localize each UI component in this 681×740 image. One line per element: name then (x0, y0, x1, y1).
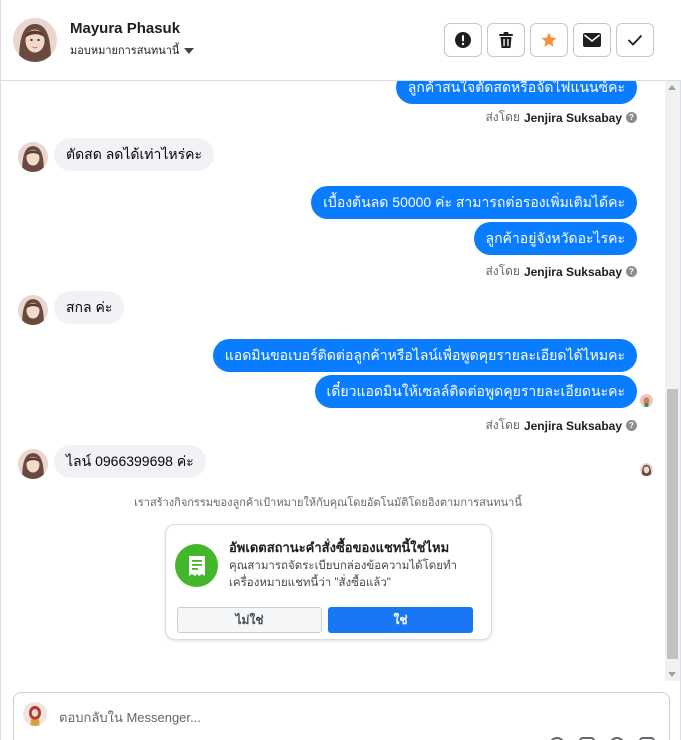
outgoing-message[interactable]: แอดมินขอเบอร์ติดต่อลูกค้าหรือไลน์เพื่อพู… (212, 339, 637, 372)
sent-by-label: ส่งโดย Jenjira Suksabay ? (485, 262, 637, 281)
chat-header: Mayura Phasuk มอบหมายการสนทนานี้ (1, 0, 681, 81)
card-description: คุณสามารถจัดระเบียบกล่องข้อความได้โดยทำเ… (229, 560, 458, 589)
assign-conversation-dropdown[interactable]: มอบหมายการสนทนานี้ (70, 41, 195, 59)
page-avatar (23, 702, 47, 726)
scroll-thumb[interactable] (667, 389, 678, 659)
alert-icon (455, 32, 471, 48)
agent-name: Jenjira Suksabay (523, 264, 622, 279)
trash-icon (499, 32, 513, 48)
contact-avatar-small (18, 142, 48, 172)
scroll-down-arrow[interactable] (668, 672, 676, 677)
contact-avatar-small (18, 449, 48, 479)
contact-avatar-small (18, 295, 48, 325)
outgoing-message[interactable]: เบื้องต้นลด 50000 ค่ะ สามารถต่อรองเพิ่มเ… (311, 186, 637, 219)
read-receipt-avatar (640, 463, 653, 476)
star-icon (541, 32, 557, 47)
star-button[interactable] (530, 23, 568, 57)
info-icon[interactable]: ? (626, 266, 637, 277)
outgoing-message[interactable]: เดี๋ยวแอดมินให้เซลล์ติดต่อพูดคุยรายละเอี… (314, 375, 637, 408)
order-receipt-icon (175, 544, 218, 587)
message-thread[interactable]: ลูกค้าสนใจตัดสดหรือจัดไฟแนนซ์คะ ส่งโดย J… (1, 81, 665, 681)
incoming-message[interactable]: ไลน์ 0966399698 ค่ะ (54, 445, 206, 478)
delete-button[interactable] (487, 23, 525, 57)
mark-unread-button[interactable] (573, 23, 611, 57)
outgoing-message[interactable]: ลูกค้าสนใจตัดสดหรือจัดไฟแนนซ์คะ (395, 81, 637, 104)
incoming-message[interactable]: ตัดสด ลดได้เท่าไหร่คะ (54, 138, 215, 171)
order-status-prompt-card: อัพเดตสถานะคำสั่งซื้อของแชทนี้ใช่ไหม คุณ… (165, 524, 492, 640)
contact-avatar[interactable] (13, 18, 57, 62)
thread-scrollbar[interactable] (665, 81, 680, 681)
reply-composer[interactable]: ตอบกลับใน Messenger... (13, 692, 670, 740)
agent-name: Jenjira Suksabay (523, 418, 622, 433)
read-receipt-avatar (640, 394, 653, 407)
sent-by-label: ส่งโดย Jenjira Suksabay ? (485, 108, 637, 127)
info-icon[interactable]: ? (626, 112, 637, 123)
info-icon[interactable]: ? (626, 420, 637, 431)
inbox-chat-window: Mayura Phasuk มอบหมายการสนทนานี้ ลูกค้าส… (0, 0, 681, 740)
envelope-icon (583, 33, 601, 47)
incoming-message[interactable]: สกล ค่ะ (54, 291, 125, 324)
scroll-up-arrow[interactable] (668, 85, 676, 90)
no-button[interactable]: ไม่ใช่ (177, 607, 322, 633)
yes-button[interactable]: ใช่ (328, 607, 473, 633)
caret-down-icon (184, 47, 195, 54)
outgoing-message[interactable]: ลูกค้าอยู่จังหวัดอะไรคะ (473, 222, 637, 255)
contact-name[interactable]: Mayura Phasuk (70, 20, 180, 37)
agent-name: Jenjira Suksabay (523, 110, 622, 125)
mark-done-button[interactable] (616, 23, 654, 57)
reply-input[interactable]: ตอบกลับใน Messenger... (59, 707, 201, 728)
assign-label: มอบหมายการสนทนานี้ (70, 45, 180, 57)
card-title: อัพเดตสถานะคำสั่งซื้อของแชทนี้ใช่ไหม (229, 540, 450, 555)
mark-spam-button[interactable] (444, 23, 482, 57)
sent-by-label: ส่งโดย Jenjira Suksabay ? (485, 416, 637, 435)
check-icon (627, 34, 643, 46)
header-actions (444, 23, 654, 57)
automation-notice: เราสร้างกิจกรรมของลูกค้าเป้าหมายให้กับคุ… (134, 497, 522, 509)
